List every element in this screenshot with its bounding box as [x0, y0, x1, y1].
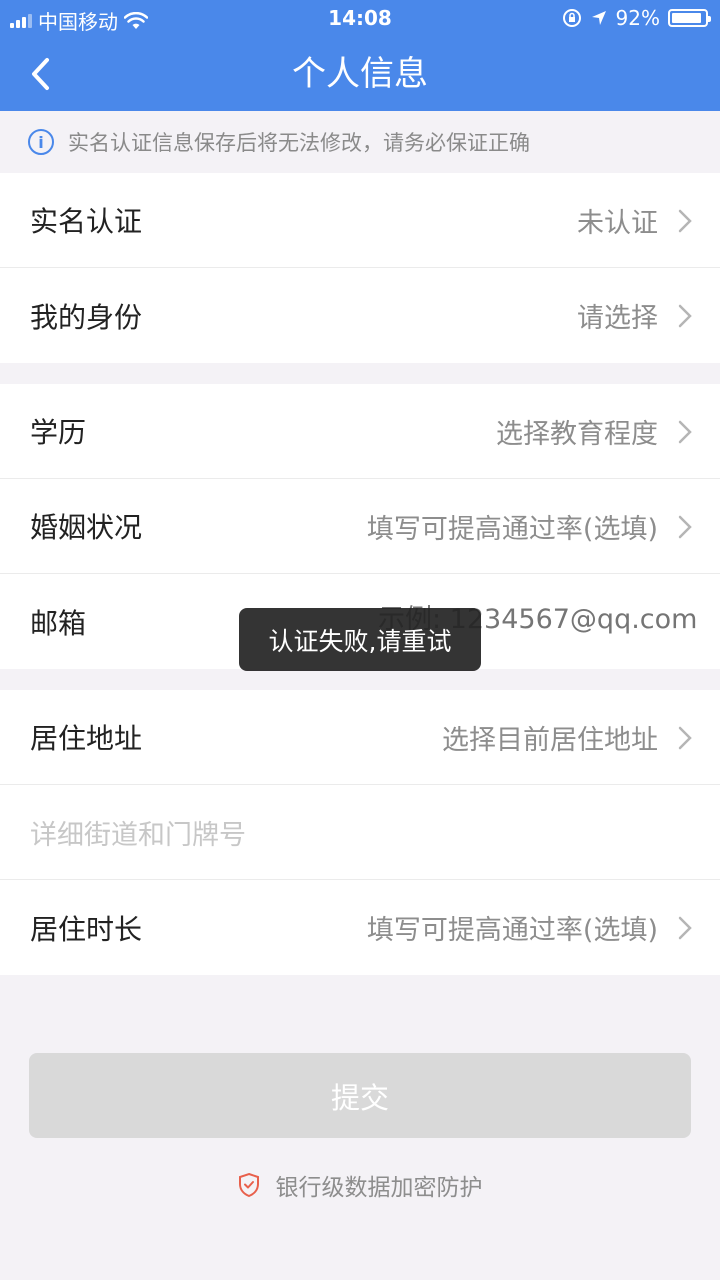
- page-title: 个人信息: [292, 54, 428, 94]
- battery-fill: [672, 13, 702, 23]
- nav-bar: 个人信息: [0, 36, 720, 111]
- marriage-row[interactable]: 婚姻状况 填写可提高通过率(选填): [0, 479, 720, 574]
- address-value: 选择目前居住地址: [442, 724, 658, 756]
- submit-button[interactable]: 提交: [29, 1053, 691, 1138]
- my-identity-label: 我的身份: [30, 300, 143, 334]
- address-label: 居住地址: [30, 722, 143, 755]
- street-row[interactable]: 详细街道和门牌号: [0, 785, 720, 880]
- header: 中国移动 14:08 92% 个人信息: [0, 0, 720, 111]
- error-toast: 认证失败,请重试: [239, 608, 481, 671]
- info-icon: i: [28, 129, 54, 155]
- education-value: 选择教育程度: [496, 418, 658, 450]
- chevron-right-icon: [678, 209, 692, 233]
- street-input[interactable]: 详细街道和门牌号: [30, 813, 246, 852]
- real-name-row[interactable]: 实名认证 未认证: [0, 173, 720, 268]
- real-name-label: 实名认证: [30, 205, 143, 238]
- notice-text: 实名认证信息保存后将无法修改，请务必保证正确: [68, 131, 530, 155]
- security-text: 银行级数据加密防护: [275, 1175, 483, 1201]
- my-identity-row[interactable]: 我的身份 请选择: [0, 268, 720, 363]
- address-row[interactable]: 居住地址 选择目前居住地址: [0, 690, 720, 785]
- battery-label: 92%: [615, 6, 660, 30]
- battery-icon: [668, 9, 711, 27]
- marriage-value: 填写可提高通过率(选填): [366, 513, 658, 545]
- location-icon: [591, 11, 606, 25]
- my-identity-value: 请选择: [577, 303, 658, 334]
- chevron-right-icon: [678, 304, 692, 328]
- shield-icon: [238, 1172, 259, 1198]
- duration-value: 填写可提高通过率(选填): [366, 915, 658, 946]
- chevron-right-icon: [678, 726, 692, 750]
- status-bar: 中国移动 14:08 92%: [0, 0, 720, 36]
- duration-label: 居住时长: [30, 912, 143, 946]
- duration-row[interactable]: 居住时长 填写可提高通过率(选填): [0, 880, 720, 975]
- real-name-value: 未认证: [577, 207, 658, 239]
- marriage-label: 婚姻状况: [30, 511, 143, 544]
- notice-banner: i 实名认证信息保存后将无法修改，请务必保证正确: [0, 111, 720, 173]
- chevron-right-icon: [678, 515, 692, 539]
- chevron-right-icon: [678, 420, 692, 444]
- education-row[interactable]: 学历 选择教育程度: [0, 384, 720, 479]
- identity-group: 实名认证 未认证 我的身份 请选择: [0, 173, 720, 363]
- chevron-right-icon: [678, 916, 692, 940]
- email-label: 邮箱: [30, 606, 87, 640]
- status-right: 92%: [562, 6, 711, 30]
- education-label: 学历: [30, 416, 87, 449]
- security-note: 银行级数据加密防护: [0, 1168, 720, 1202]
- residence-group: 居住地址 选择目前居住地址 详细街道和门牌号 居住时长 填写可提高通过率(选填): [0, 690, 720, 975]
- orientation-lock-icon: [562, 9, 581, 27]
